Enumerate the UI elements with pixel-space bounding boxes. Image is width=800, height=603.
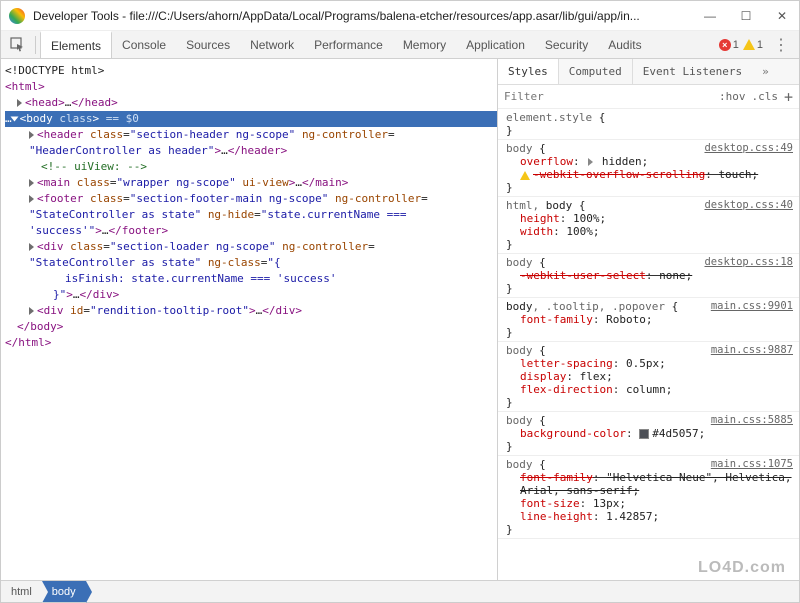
tab-security[interactable]: Security bbox=[535, 31, 598, 58]
more-menu-icon[interactable]: ⋮ bbox=[767, 35, 795, 55]
css-rule[interactable]: main.css:9901body, .tooltip, .popover {f… bbox=[498, 298, 799, 342]
warning-icon bbox=[743, 39, 755, 50]
devtools-tabs: Elements Console Sources Network Perform… bbox=[40, 31, 652, 58]
dom-header[interactable]: <header class="section-header ng-scope" … bbox=[5, 127, 497, 143]
styles-filter-input[interactable] bbox=[504, 90, 713, 103]
minimize-button[interactable]: — bbox=[701, 7, 719, 25]
rule-source-link[interactable]: main.css:9887 bbox=[711, 344, 793, 356]
dom-body-selected[interactable]: …<body class> == $0 bbox=[5, 111, 497, 127]
rule-source-link[interactable]: main.css:1075 bbox=[711, 458, 793, 470]
tab-performance[interactable]: Performance bbox=[304, 31, 393, 58]
new-style-rule-icon[interactable]: + bbox=[784, 88, 793, 106]
toolbar: Elements Console Sources Network Perform… bbox=[1, 31, 799, 59]
css-rule[interactable]: main.css:5885body {background-color: #4d… bbox=[498, 412, 799, 456]
styles-rules[interactable]: element.style {}desktop.css:49body {over… bbox=[498, 109, 799, 580]
styletab-eventlisteners[interactable]: Event Listeners bbox=[632, 59, 752, 84]
css-rule[interactable]: main.css:1075body {font-family: "Helveti… bbox=[498, 456, 799, 539]
dom-div-loader[interactable]: <div class="section-loader ng-scope" ng-… bbox=[5, 239, 497, 255]
warning-count[interactable]: 1 bbox=[743, 39, 763, 51]
styletab-computed[interactable]: Computed bbox=[559, 59, 632, 84]
tab-console[interactable]: Console bbox=[112, 31, 176, 58]
styles-filter-bar: :hov .cls + bbox=[498, 85, 799, 109]
rule-source-link[interactable]: desktop.css:49 bbox=[704, 142, 793, 154]
error-count[interactable]: ×1 bbox=[719, 39, 739, 51]
dom-uiview-comment[interactable]: <!-- uiView: --> bbox=[5, 159, 497, 175]
error-icon: × bbox=[719, 39, 731, 51]
dom-html-close[interactable]: </html> bbox=[5, 335, 497, 351]
crumb-html[interactable]: html bbox=[1, 581, 42, 602]
styles-tabs: Styles Computed Event Listeners » bbox=[498, 59, 799, 85]
more-styletabs-icon[interactable]: » bbox=[756, 65, 775, 78]
dom-footer[interactable]: <footer class="section-footer-main ng-sc… bbox=[5, 191, 497, 207]
tab-audits[interactable]: Audits bbox=[598, 31, 651, 58]
dom-html-open[interactable]: <html> bbox=[5, 79, 497, 95]
rule-source-link[interactable]: desktop.css:18 bbox=[704, 256, 793, 268]
tab-application[interactable]: Application bbox=[456, 31, 535, 58]
close-button[interactable]: ✕ bbox=[773, 7, 791, 25]
hov-toggle[interactable]: :hov bbox=[719, 90, 746, 103]
tab-sources[interactable]: Sources bbox=[176, 31, 240, 58]
dom-head[interactable]: <head>…</head> bbox=[5, 95, 497, 111]
inspect-icon[interactable] bbox=[5, 33, 29, 57]
cls-toggle[interactable]: .cls bbox=[751, 90, 778, 103]
breadcrumb: html body bbox=[1, 580, 799, 602]
rule-source-link[interactable]: main.css:5885 bbox=[711, 414, 793, 426]
window-title: Developer Tools - file:///C:/Users/ahorn… bbox=[33, 9, 693, 23]
warning-icon bbox=[520, 171, 530, 180]
elements-panel[interactable]: <!DOCTYPE html> <html> <head>…</head> …<… bbox=[1, 59, 497, 580]
css-rule[interactable]: desktop.css:18body {-webkit-user-select:… bbox=[498, 254, 799, 298]
dom-body-close[interactable]: </body> bbox=[5, 319, 497, 335]
tab-elements[interactable]: Elements bbox=[40, 31, 112, 58]
styles-panel: Styles Computed Event Listeners » :hov .… bbox=[497, 59, 799, 580]
maximize-button[interactable]: ☐ bbox=[737, 7, 755, 25]
titlebar[interactable]: Developer Tools - file:///C:/Users/ahorn… bbox=[1, 1, 799, 31]
tab-memory[interactable]: Memory bbox=[393, 31, 456, 58]
styletab-styles[interactable]: Styles bbox=[498, 59, 559, 84]
css-rule[interactable]: desktop.css:49body {overflow: hidden;-we… bbox=[498, 140, 799, 197]
dom-main[interactable]: <main class="wrapper ng-scope" ui-view>…… bbox=[5, 175, 497, 191]
dom-doctype[interactable]: <!DOCTYPE html> bbox=[5, 63, 497, 79]
css-rule[interactable]: main.css:9887body {letter-spacing: 0.5px… bbox=[498, 342, 799, 412]
rule-source-link[interactable]: main.css:9901 bbox=[711, 300, 793, 312]
expand-icon[interactable] bbox=[588, 158, 593, 166]
dom-div-tooltip[interactable]: <div id="rendition-tooltip-root">…</div> bbox=[5, 303, 497, 319]
css-rule[interactable]: desktop.css:40html, body {height: 100%;w… bbox=[498, 197, 799, 254]
crumb-body[interactable]: body bbox=[42, 581, 86, 602]
css-rule[interactable]: element.style {} bbox=[498, 109, 799, 140]
rule-source-link[interactable]: desktop.css:40 bbox=[704, 199, 793, 211]
tab-network[interactable]: Network bbox=[240, 31, 304, 58]
devtools-icon bbox=[9, 8, 25, 24]
